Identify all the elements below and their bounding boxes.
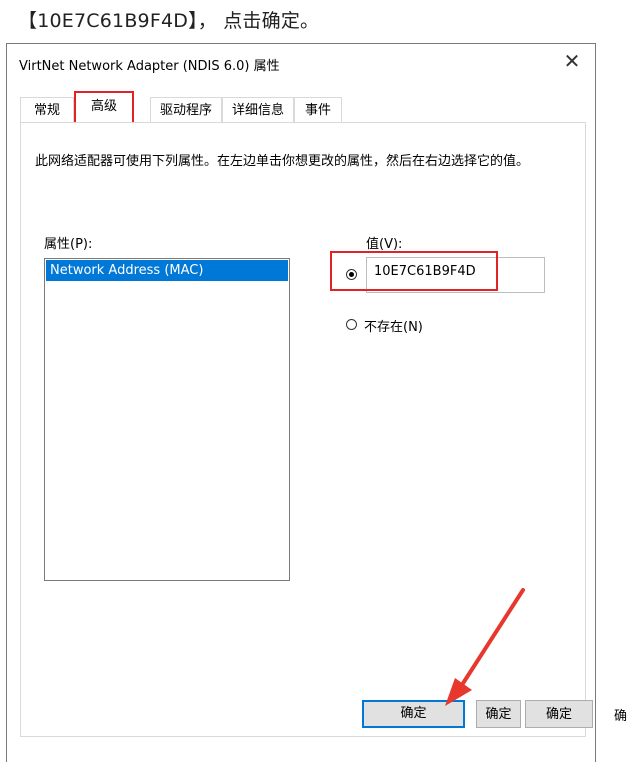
- red-arrow-annotation: [445, 588, 525, 706]
